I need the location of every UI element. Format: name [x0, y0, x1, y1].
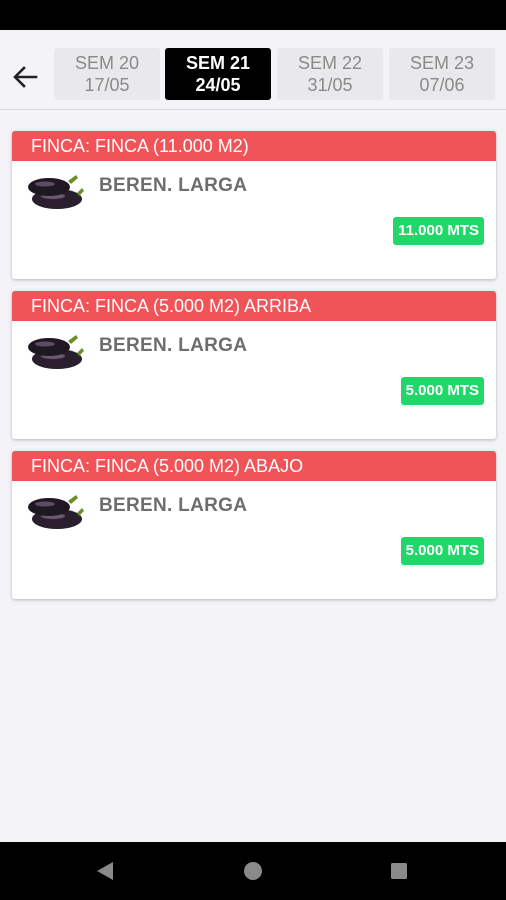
finca-title: FINCA: FINCA (5.000 M2) ARRIBA	[12, 291, 496, 321]
finca-card[interactable]: FINCA: FINCA (11.000 M2) BEREN. LARGA 11…	[12, 131, 496, 279]
week-header: SEM 20 17/05 SEM 21 24/05 SEM 22 31/05 S…	[0, 30, 506, 110]
amount-badge: 5.000 MTS	[400, 377, 484, 405]
week-tab-23[interactable]: SEM 23 07/06	[389, 48, 495, 100]
eggplant-icon	[28, 175, 84, 209]
week-label: SEM 20	[74, 53, 140, 73]
back-button[interactable]	[10, 62, 40, 92]
nav-back-button[interactable]	[93, 859, 117, 883]
eggplant-icon	[28, 495, 84, 529]
nav-back-icon	[97, 862, 113, 880]
finca-title: FINCA: FINCA (11.000 M2)	[12, 131, 496, 161]
crop-name: BEREN. LARGA	[99, 175, 248, 196]
week-date: 24/05	[195, 75, 241, 95]
eggplant-icon	[28, 335, 84, 369]
nav-recents-button[interactable]	[387, 859, 411, 883]
system-nav-bar	[0, 842, 506, 900]
finca-card[interactable]: FINCA: FINCA (5.000 M2) ARRIBA BEREN. LA…	[12, 291, 496, 439]
week-date: 17/05	[84, 75, 130, 95]
week-tab-20[interactable]: SEM 20 17/05	[54, 48, 160, 100]
week-label: SEM 23	[409, 53, 475, 73]
crop-name: BEREN. LARGA	[99, 495, 248, 516]
week-tab-21[interactable]: SEM 21 24/05	[165, 48, 271, 100]
nav-home-icon	[244, 862, 262, 880]
week-date: 31/05	[307, 75, 353, 95]
nav-home-button[interactable]	[241, 859, 265, 883]
week-date: 07/06	[419, 75, 465, 95]
amount-badge: 5.000 MTS	[400, 537, 484, 565]
finca-card[interactable]: FINCA: FINCA (5.000 M2) ABAJO BEREN. LAR…	[12, 451, 496, 599]
amount-badge: 11.000 MTS	[393, 217, 484, 245]
week-label: SEM 22	[297, 53, 363, 73]
finca-title: FINCA: FINCA (5.000 M2) ABAJO	[12, 451, 496, 481]
crop-name: BEREN. LARGA	[99, 335, 248, 356]
week-label: SEM 21	[185, 53, 251, 73]
status-bar	[0, 0, 506, 30]
week-tab-22[interactable]: SEM 22 31/05	[277, 48, 383, 100]
nav-recents-icon	[391, 863, 407, 879]
arrow-left-icon	[13, 66, 38, 88]
